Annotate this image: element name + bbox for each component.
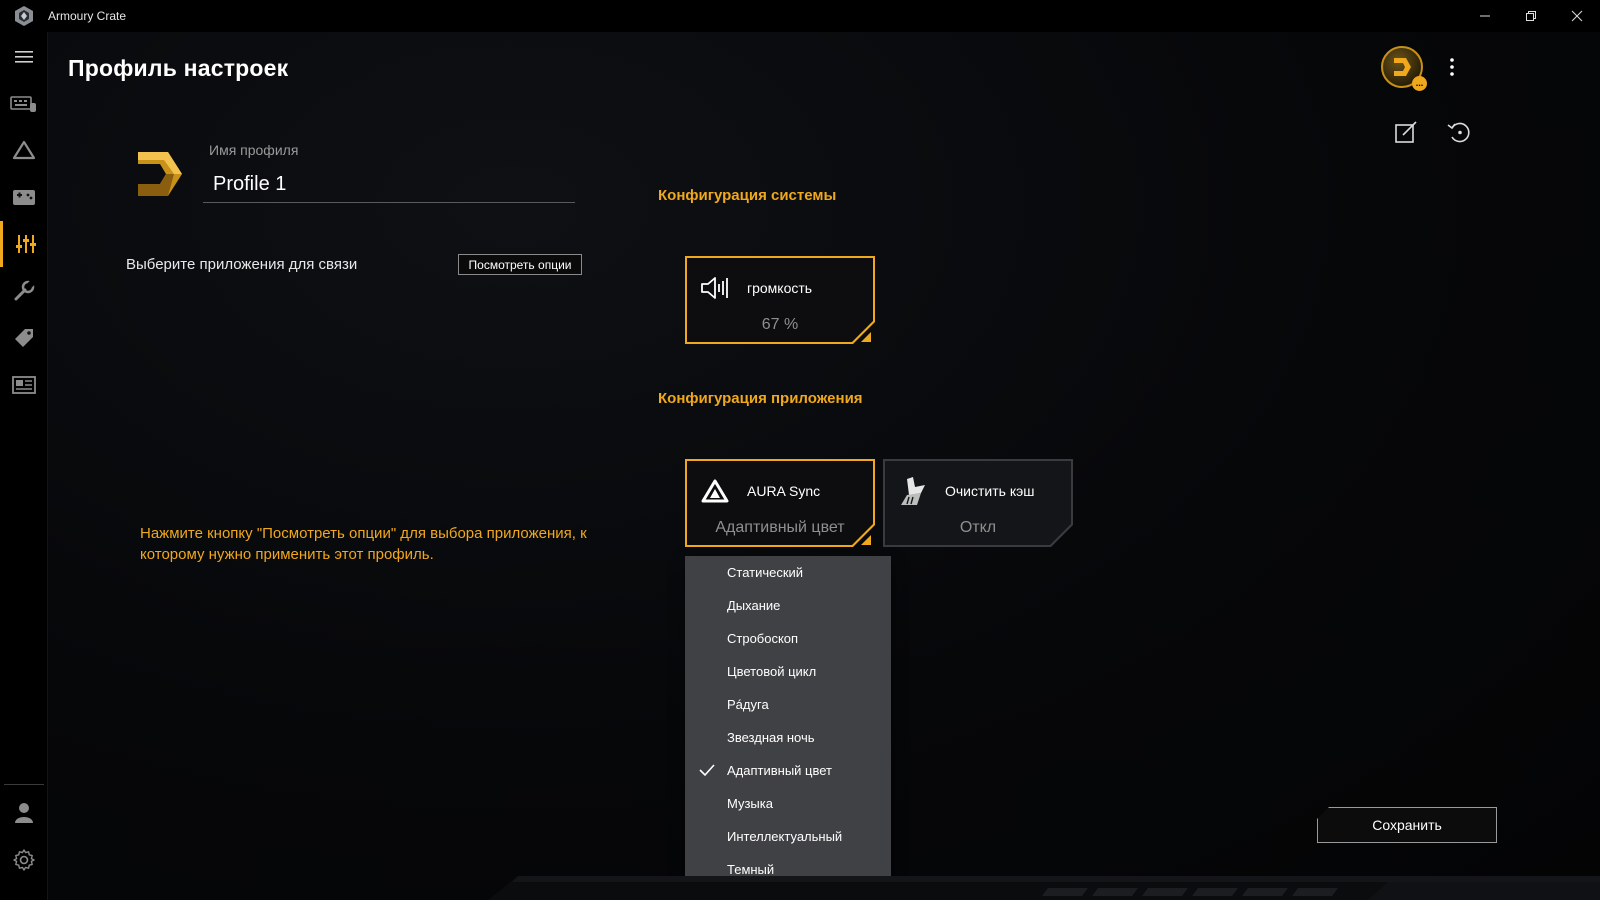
dropdown-item-starry-night[interactable]: Звездная ночь	[685, 721, 891, 754]
edit-button[interactable]	[1390, 116, 1422, 148]
sidebar-item-user[interactable]	[0, 790, 48, 836]
profile-logo-icon	[138, 152, 182, 196]
restore-icon	[1526, 11, 1536, 21]
dropdown-item-rainbow[interactable]: Рáдуга	[685, 688, 891, 721]
avatar-badge: ...	[1412, 76, 1427, 91]
dropdown-item-label: Адаптивный цвет	[727, 763, 833, 778]
dropdown-item-static[interactable]: Статический	[685, 556, 891, 589]
hint-text: Нажмите кнопку "Посмотреть опции" для вы…	[140, 525, 587, 563]
sidebar-item-news[interactable]	[0, 362, 48, 408]
aura-sync-value: Адаптивный цвет	[715, 519, 845, 536]
title-bar: Armoury Crate	[0, 0, 1600, 32]
minimize-button[interactable]	[1462, 0, 1508, 32]
more-options-button[interactable]	[1442, 52, 1462, 82]
device-icon	[10, 96, 36, 112]
volume-label: громкость	[747, 280, 813, 296]
sidebar-item-tools[interactable]	[0, 268, 48, 314]
aura-sync-icon	[699, 475, 731, 507]
menu-icon	[15, 51, 33, 63]
view-options-button[interactable]: Посмотреть опции	[458, 254, 582, 275]
menu-button[interactable]	[0, 34, 48, 80]
gamevisual-icon	[13, 190, 35, 205]
dropdown-item-adaptive-color[interactable]: Адаптивный цвет	[685, 754, 891, 787]
kebab-menu-icon	[1450, 58, 1454, 76]
dropdown-item-breathing[interactable]: Дыхание	[685, 589, 891, 622]
user-icon	[15, 803, 33, 823]
reset-button[interactable]	[1444, 116, 1476, 148]
aura-sync-card[interactable]: AURA Sync Адаптивный цвет	[685, 459, 875, 547]
armoury-crate-logo-icon	[13, 5, 35, 27]
scenario-profile-icon	[15, 235, 36, 253]
close-button[interactable]	[1554, 0, 1600, 32]
link-apps-label: Выберите приложения для связи	[126, 256, 358, 273]
clear-cache-label: Очистить кэш	[945, 483, 1035, 499]
main-content: Профиль настроек ... Имя профиля Выберит…	[48, 32, 1600, 900]
tools-icon	[14, 279, 36, 301]
volume-icon	[699, 272, 731, 304]
news-icon	[12, 376, 36, 394]
aura-sync-label: AURA Sync	[747, 483, 821, 499]
restore-button[interactable]	[1508, 0, 1554, 32]
profile-name-input[interactable]	[203, 167, 575, 203]
deals-icon	[15, 329, 33, 347]
close-icon	[1571, 10, 1583, 22]
profile-name-label: Имя профиля	[209, 142, 299, 158]
sidebar	[0, 32, 48, 900]
clear-cache-card[interactable]: Очистить кэш Откл	[883, 459, 1073, 547]
reset-icon	[1447, 122, 1470, 143]
dropdown-item-smart[interactable]: Интеллектуальный	[685, 820, 891, 853]
volume-card[interactable]: громкость 67 %	[685, 256, 875, 344]
clear-cache-value: Откл	[959, 519, 997, 536]
sidebar-item-settings[interactable]	[0, 837, 48, 883]
app-title: Armoury Crate	[48, 9, 127, 23]
save-button[interactable]: Сохранить	[1317, 807, 1497, 843]
decorative-floor	[48, 876, 1600, 900]
edit-icon	[1395, 121, 1417, 143]
sidebar-item-gamevisual[interactable]	[0, 174, 48, 220]
profile-logo	[134, 148, 186, 200]
page-title: Профиль настроек	[68, 55, 289, 81]
dropdown-item-color-cycle[interactable]: Цветовой цикл	[685, 655, 891, 688]
system-config-title: Конфигурация системы	[658, 187, 837, 204]
app-config-title: Конфигурация приложения	[658, 390, 863, 407]
settings-icon	[13, 849, 35, 871]
sidebar-item-deals[interactable]	[0, 315, 48, 361]
minimize-icon	[1480, 15, 1490, 17]
sidebar-item-device[interactable]	[0, 80, 48, 126]
dropdown-item-music[interactable]: Музыка	[685, 787, 891, 820]
checkmark-icon	[699, 764, 715, 777]
clear-cache-icon	[897, 475, 929, 507]
aura-effect-dropdown: Статический Дыхание Стробоскоп Цветовой …	[685, 556, 891, 898]
sidebar-item-aura[interactable]	[0, 127, 48, 173]
profile-logo-icon	[1394, 58, 1411, 76]
aura-icon	[12, 140, 36, 160]
sidebar-divider	[4, 784, 44, 785]
volume-value: 67 %	[761, 316, 799, 333]
dropdown-item-strobing[interactable]: Стробоскоп	[685, 622, 891, 655]
sidebar-item-scenario-profiles[interactable]	[0, 221, 48, 267]
